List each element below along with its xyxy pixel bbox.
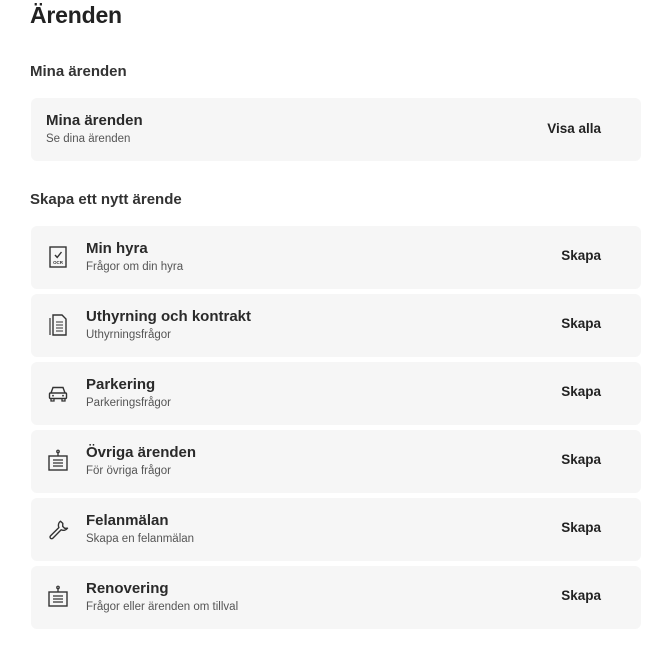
case-type-other[interactable]: Övriga ärenden För övriga frågor Skapa <box>31 430 641 493</box>
cases-page: Ärenden Mina ärenden Mina ärenden Se din… <box>0 0 663 654</box>
case-type-text: Övriga ärenden För övriga frågor <box>86 444 196 479</box>
create-button[interactable]: Skapa <box>561 452 601 467</box>
case-type-text: Uthyrning och kontrakt Uthyrningsfrågor <box>86 308 251 343</box>
case-type-text: Felanmälan Skapa en felanmälan <box>86 512 194 547</box>
case-type-title: Parkering <box>86 376 156 393</box>
case-type-subtitle: Uthyrningsfrågor <box>86 329 172 341</box>
my-cases-card[interactable]: Mina ärenden Se dina ärenden Visa alla <box>31 98 641 161</box>
case-type-fault-report[interactable]: Felanmälan Skapa en felanmälan Skapa <box>31 498 641 561</box>
create-button[interactable]: Skapa <box>561 588 601 603</box>
contract-document-icon <box>46 313 70 337</box>
case-type-title: Felanmälan <box>86 512 169 529</box>
case-type-subtitle: För övriga frågor <box>86 465 172 477</box>
show-all-button[interactable]: Visa alla <box>547 121 601 136</box>
create-button[interactable]: Skapa <box>561 316 601 331</box>
case-type-subtitle: Frågor eller ärenden om tillval <box>86 601 239 613</box>
case-type-text: Parkering Parkeringsfrågor <box>86 376 171 411</box>
my-cases-heading: Mina ärenden <box>30 63 127 80</box>
clipboard-icon <box>46 585 70 609</box>
case-type-subtitle: Parkeringsfrågor <box>86 397 172 409</box>
create-button[interactable]: Skapa <box>561 384 601 399</box>
case-type-text: Min hyra Frågor om din hyra <box>86 240 183 275</box>
card-subtitle: Se dina ärenden <box>46 133 131 145</box>
case-type-rent[interactable]: OCR Min hyra Frågor om din hyra Skapa <box>31 226 641 289</box>
case-type-rental-contract[interactable]: Uthyrning och kontrakt Uthyrningsfrågor … <box>31 294 641 357</box>
create-case-heading: Skapa ett nytt ärende <box>30 191 182 208</box>
create-button[interactable]: Skapa <box>561 520 601 535</box>
create-button[interactable]: Skapa <box>561 248 601 263</box>
ocr-label: OCR <box>53 260 64 265</box>
case-type-parking[interactable]: Parkering Parkeringsfrågor Skapa <box>31 362 641 425</box>
car-icon <box>46 381 70 405</box>
card-text: Mina ärenden Se dina ärenden <box>46 112 143 147</box>
card-title: Mina ärenden <box>46 112 143 129</box>
rent-document-icon: OCR <box>46 245 70 269</box>
case-type-title: Uthyrning och kontrakt <box>86 308 252 325</box>
case-type-subtitle: Skapa en felanmälan <box>86 533 195 545</box>
case-type-title: Övriga ärenden <box>86 444 197 461</box>
case-type-text: Renovering Frågor eller ärenden om tillv… <box>86 580 238 615</box>
wrench-icon <box>46 517 70 541</box>
case-type-title: Renovering <box>86 580 169 597</box>
clipboard-icon <box>46 449 70 473</box>
case-type-subtitle: Frågor om din hyra <box>86 261 184 273</box>
case-type-title: Min hyra <box>86 240 148 257</box>
page-title: Ärenden <box>30 2 122 28</box>
case-type-renovation[interactable]: Renovering Frågor eller ärenden om tillv… <box>31 566 641 629</box>
